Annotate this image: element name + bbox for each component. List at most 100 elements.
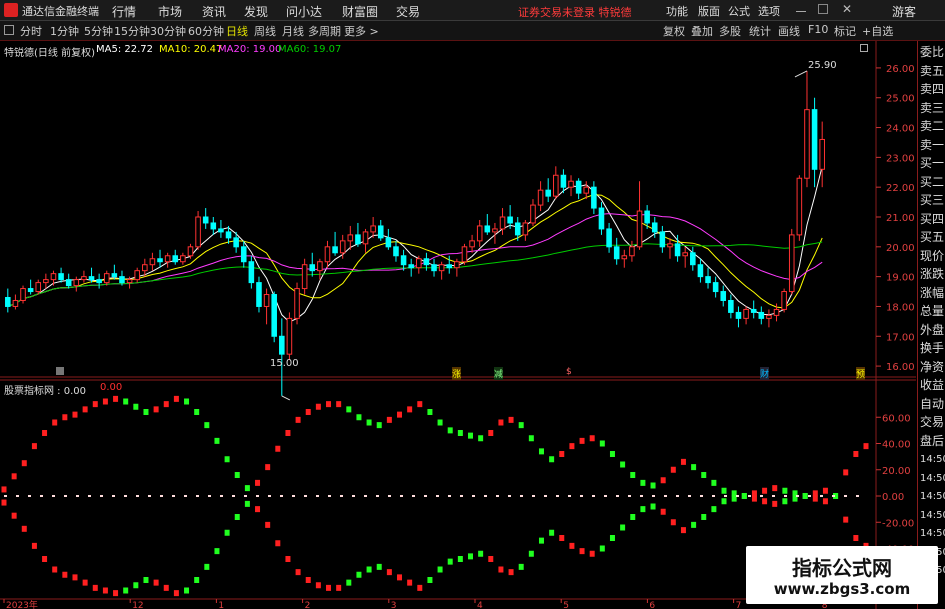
close-icon[interactable]: ✕ <box>842 2 852 16</box>
candle-body <box>621 255 628 260</box>
zero-dot <box>856 495 859 497</box>
candle-body <box>690 252 696 266</box>
indicator-upper-mark <box>467 432 473 439</box>
menu-discover[interactable]: 发现 <box>244 3 268 20</box>
indicator-upper-mark <box>762 487 768 494</box>
zero-dot <box>40 495 43 497</box>
period-tab[interactable]: 30分钟 <box>150 23 186 39</box>
menu-formula[interactable]: 公式 <box>728 3 750 19</box>
zero-dot <box>520 495 523 497</box>
maximize-icon[interactable] <box>818 4 828 14</box>
candle-body <box>674 243 681 257</box>
candle-body <box>583 186 590 194</box>
indicator-upper-mark <box>62 414 68 421</box>
toolbar-button[interactable]: 叠加 <box>691 23 713 39</box>
menu-options[interactable]: 选项 <box>758 3 780 19</box>
toolbar-button[interactable]: 统计 <box>749 23 771 39</box>
info-mine-icon[interactable] <box>56 367 64 375</box>
zero-dot <box>544 495 547 497</box>
event-tag[interactable]: $ <box>566 367 572 377</box>
period-tab[interactable]: 周线 <box>254 23 276 39</box>
indicator-lower-mark <box>549 529 555 536</box>
indicator-upper-mark <box>295 416 301 423</box>
menu-market2[interactable]: 市场 <box>158 3 182 20</box>
guest-label[interactable]: 游客 <box>892 3 916 20</box>
indicator-upper-mark <box>569 443 575 450</box>
zero-dot <box>592 495 595 497</box>
indicator-lower-mark <box>772 500 778 507</box>
menu-layout[interactable]: 版面 <box>698 3 720 19</box>
indicator-upper-mark <box>447 427 453 434</box>
period-tab[interactable]: 1分钟 <box>50 23 79 39</box>
indicator-upper-mark <box>620 461 626 468</box>
candlesticks <box>5 70 825 401</box>
menu-news[interactable]: 资讯 <box>202 3 226 20</box>
indicator-upper-mark <box>31 443 37 450</box>
menu-function[interactable]: 功能 <box>666 3 688 19</box>
indicator-lower-mark <box>346 579 352 586</box>
period-tab[interactable]: 5分钟 <box>84 23 113 39</box>
quote-field-label: 交易 <box>920 415 945 429</box>
indicator-upper-mark <box>42 430 48 436</box>
zero-dot <box>496 495 499 497</box>
zero-dot <box>28 495 31 497</box>
high-marker: 25.90 <box>808 60 837 71</box>
period-tab[interactable]: 15分钟 <box>114 23 150 39</box>
toolbar-button[interactable]: 标记 <box>834 23 856 39</box>
kline-chart[interactable]: 26.0025.0024.0023.0022.0021.0020.0019.00… <box>0 41 916 609</box>
event-tag[interactable]: 涨 <box>452 367 462 380</box>
panel-close-icon[interactable] <box>860 44 868 52</box>
event-tag[interactable]: 减 <box>494 367 504 380</box>
period-tab[interactable]: 多周期 <box>308 23 341 39</box>
period-tab[interactable]: 月线 <box>282 23 304 39</box>
candle-body <box>96 279 102 284</box>
candle-body <box>195 216 201 248</box>
period-tab[interactable]: 60分钟 <box>188 23 224 39</box>
layout-icon[interactable] <box>4 25 14 35</box>
indicator-upper-mark <box>356 414 362 421</box>
indicator-lower-mark <box>173 590 179 597</box>
candle-body <box>735 311 742 319</box>
indicator-upper-mark <box>11 473 17 480</box>
period-tab[interactable]: 更多 > <box>344 23 379 39</box>
candle-body <box>35 282 42 293</box>
toolbar-button[interactable]: 复权 <box>663 23 685 39</box>
candle-body <box>553 174 559 197</box>
indicator-lower-mark <box>397 574 403 581</box>
period-tab-active[interactable]: 日线 <box>226 23 248 39</box>
candle-body <box>804 109 810 179</box>
zero-dot <box>280 495 283 497</box>
period-tab[interactable]: 分时 <box>20 23 42 39</box>
quote-field-label: 14:50 <box>920 491 945 502</box>
minimize-icon[interactable] <box>796 4 806 12</box>
indicator-upper-mark <box>133 403 139 410</box>
event-tag[interactable]: 财 <box>760 367 770 380</box>
toolbar-button[interactable]: F10 <box>808 23 828 36</box>
indicator-lower-mark <box>640 506 646 513</box>
zero-dot <box>208 495 211 497</box>
indicator-lower-mark <box>244 500 250 507</box>
menu-wealth[interactable]: 财富圈 <box>342 3 378 20</box>
toolbar-button[interactable]: 多股 <box>719 23 741 39</box>
candle-body <box>705 276 711 284</box>
toolbar-button[interactable]: 画线 <box>778 23 800 39</box>
indicator-lower-mark <box>224 529 230 536</box>
quote-field-label: 买三 <box>920 193 945 207</box>
event-tag[interactable]: 预 <box>856 367 866 380</box>
indicator-upper-mark <box>204 422 210 429</box>
menu-trade[interactable]: 交易 <box>396 3 420 20</box>
toolbar-button[interactable]: +自选 <box>862 23 893 39</box>
candle-body <box>202 216 209 224</box>
zero-dot <box>628 495 631 497</box>
menu-ask[interactable]: 问小达 <box>286 3 322 20</box>
indicator-lower-mark <box>143 577 149 583</box>
candle-body <box>743 308 749 319</box>
indicator-lower-mark <box>599 545 605 552</box>
indicator-lower-mark <box>680 527 686 534</box>
candle-body <box>149 258 156 266</box>
zero-dot <box>184 495 187 497</box>
zero-dot <box>124 495 127 497</box>
indicator-lower-mark <box>11 512 17 519</box>
indicator-value: 0.00 <box>100 382 123 393</box>
menu-market[interactable]: 行情 <box>112 3 136 20</box>
